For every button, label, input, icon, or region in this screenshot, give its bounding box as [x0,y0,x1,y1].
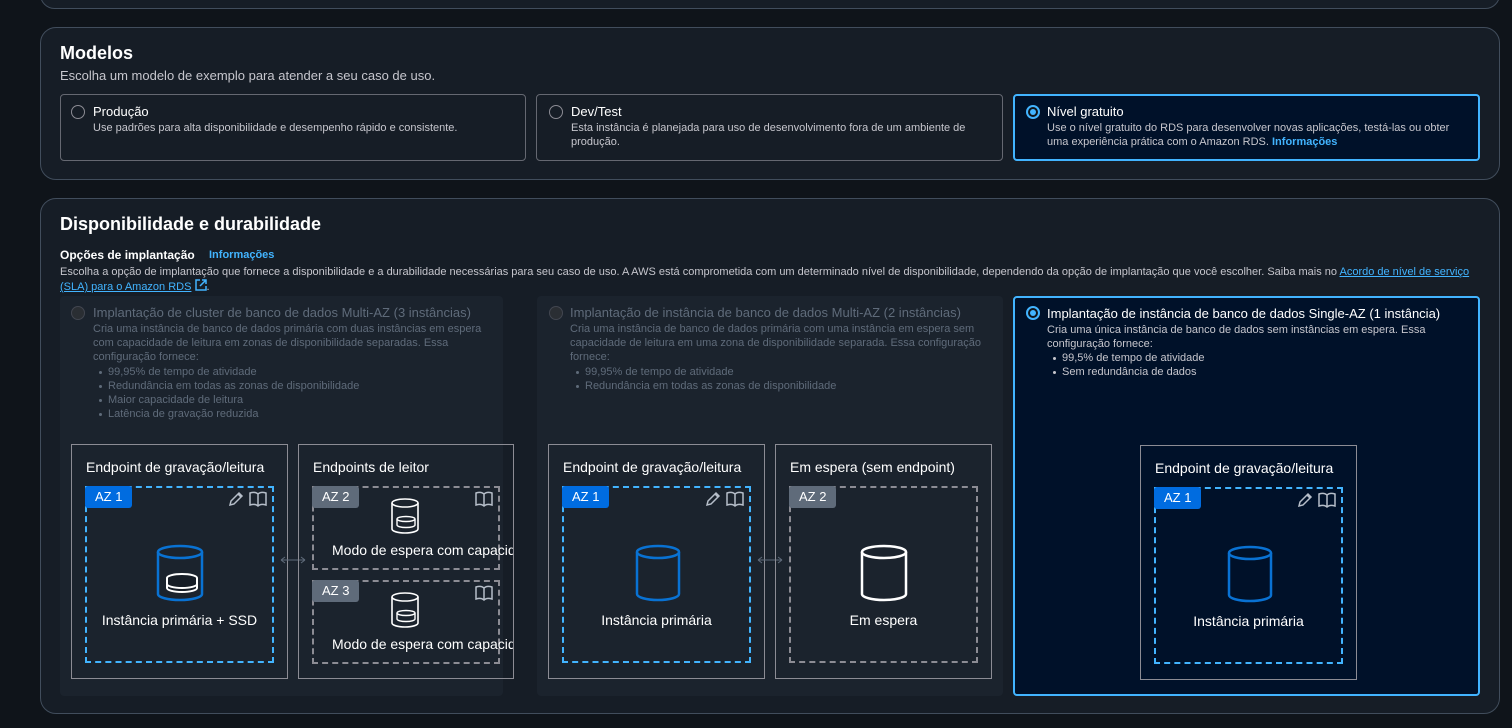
diagram-standby-box: Em espera (sem endpoint) AZ 2 Em espera [775,444,992,679]
bullet: Redundância em todas as zonas de disponi… [93,379,359,393]
box-title: Endpoints de leitor [313,459,429,475]
description-end: . [206,280,210,293]
az-zone: AZ 1 Instância primária [1154,487,1343,664]
az-zone: AZ 2 Em espera [789,486,978,663]
radio-production[interactable] [71,105,85,119]
az-badge: AZ 1 [1154,487,1202,509]
previous-section-panel [40,0,1500,9]
deployment-option-description: Cria uma única instância de banco de dad… [1047,324,1426,350]
deployment-option-label: Implantação de cluster de banco de dados… [93,305,471,320]
radio-devtest[interactable] [549,105,563,119]
deployment-options-label: Opções de implantação [60,248,195,262]
radio-free-tier[interactable] [1026,105,1040,119]
deployment-option-label: Implantação de instância de banco de dad… [1047,306,1441,321]
bullet: Redundância em todas as zonas de disponi… [570,379,836,393]
bullet: 99,5% de tempo de atividade [1047,351,1205,365]
az-badge: AZ 2 [312,486,360,508]
edit-pencil-icon [1297,492,1313,513]
instance-caption: Modo de espera com capacidade de leitura [332,542,513,558]
box-title: Em espera (sem endpoint) [790,459,955,475]
database-ssd-icon [390,592,420,633]
edit-pencil-icon [705,491,721,512]
info-link[interactable]: Informações [1272,136,1337,148]
availability-panel: Disponibilidade e durabilidade Opções de… [40,198,1500,714]
deployment-info-link[interactable]: Informações [209,249,274,261]
book-icon [249,491,267,512]
az-zone: AZ 1 Instância primária [562,486,751,663]
instance-caption: Modo de espera com capacidade de leitura [332,636,513,652]
bullet: Sem redundância de dados [1047,365,1205,379]
availability-title: Disponibilidade e durabilidade [60,214,322,234]
instance-caption: Instância primária [601,612,712,628]
model-description: Use o nível gratuito do RDS para desenvo… [1047,121,1462,149]
models-panel: Modelos Escolha um modelo de exemplo par… [40,27,1500,180]
bullet: 99,95% de tempo de atividade [570,365,836,379]
deployment-description: Escolha a opção de implantação que forne… [60,265,1480,295]
diagram-writer-box: Endpoint de gravação/leitura AZ 1 Instân… [71,444,288,679]
model-tile-devtest[interactable]: Dev/Test Esta instância é planejada para… [536,94,1003,161]
book-icon [475,491,493,512]
edit-pencil-icon [228,491,244,512]
model-label: Nível gratuito [1047,104,1124,119]
database-icon [634,544,682,607]
model-description: Esta instância é planejada para uso de d… [571,122,966,148]
az-badge: AZ 3 [312,580,360,602]
model-tile-free-tier[interactable]: Nível gratuito Use o nível gratuito do R… [1013,94,1480,161]
book-icon [475,585,493,606]
models-subtitle: Escolha um modelo de exemplo para atende… [60,68,436,83]
deployment-option-bullets: 99,95% de tempo de atividade Redundância… [570,365,836,393]
deployment-option-description: Cria uma instância de banco de dados pri… [570,323,981,363]
diagram-writer-box: Endpoint de gravação/leitura AZ 1 Instân… [1140,445,1357,680]
models-title: Modelos [60,43,134,63]
model-description-text: Use o nível gratuito do RDS para desenvo… [1047,122,1450,148]
bullet: Latência de gravação reduzida [93,407,359,421]
deployment-option-bullets: 99,95% de tempo de atividade Redundância… [93,365,359,421]
external-link-icon [194,279,207,295]
instance-caption: Instância primária [1193,613,1304,629]
az-zone: AZ 3 Modo de espera com capacidade de le… [312,580,513,664]
deployment-option-multi-az-instance: Implantação de instância de banco de dad… [537,296,1003,696]
database-standby-icon [859,544,909,607]
bullet: 99,95% de tempo de atividade [93,365,359,379]
box-title: Endpoint de gravação/leitura [1155,460,1334,476]
model-label: Dev/Test [571,104,622,119]
diagram-reader-box: Endpoints de leitor AZ 2 Modo de espera … [298,444,514,679]
book-icon [1318,492,1336,513]
az-zone: AZ 1 Instância primária + SSD [85,486,274,663]
database-ssd-icon [155,544,205,607]
database-icon [1226,545,1274,608]
deployment-description-text: Escolha a opção de implantação que forne… [60,266,1338,278]
model-tile-production[interactable]: Produção Use padrões para alta disponibi… [60,94,526,161]
radio-single-az[interactable] [1026,306,1040,320]
model-label: Produção [93,104,149,119]
deployment-option-description: Cria uma instância de banco de dados pri… [93,323,482,363]
deployment-option-label: Implantação de instância de banco de dad… [570,305,961,320]
az-badge: AZ 1 [562,486,610,508]
deployment-option-single-az[interactable]: Implantação de instância de banco de dad… [1013,296,1480,696]
deployment-option-multi-az-cluster: Implantação de cluster de banco de dados… [60,296,514,696]
instance-caption: Em espera [849,612,918,628]
instance-caption: Instância primária + SSD [101,612,258,628]
model-description: Use padrões para alta disponibilidade e … [93,122,458,134]
box-title: Endpoint de gravação/leitura [563,459,742,475]
book-icon [726,491,744,512]
database-ssd-icon [390,498,420,539]
az-zone: AZ 2 Modo de espera com capacidade de le… [312,486,513,570]
box-title: Endpoint de gravação/leitura [86,459,265,475]
bullet: Maior capacidade de leitura [93,393,359,407]
radio-multi-az-cluster [71,306,85,320]
deployment-option-bullets: 99,5% de tempo de atividade Sem redundân… [1047,351,1205,379]
diagram-writer-box: Endpoint de gravação/leitura AZ 1 Instân… [548,444,765,679]
az-badge: AZ 2 [789,486,837,508]
az-badge: AZ 1 [85,486,133,508]
radio-multi-az-instance [549,306,563,320]
